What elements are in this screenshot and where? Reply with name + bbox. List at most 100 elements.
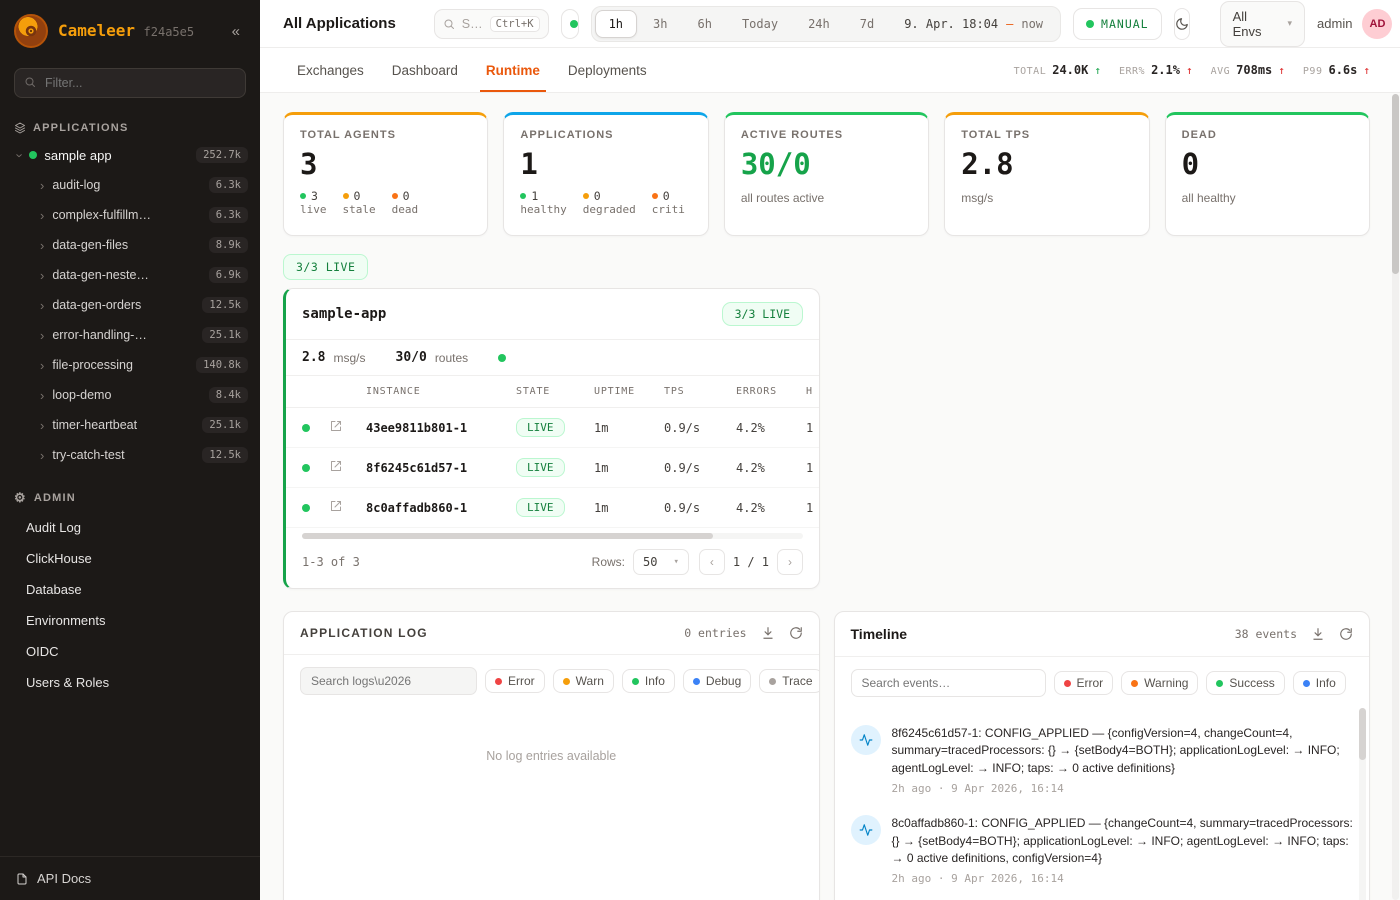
sidebar-item-oidc[interactable]: OIDC [0,636,260,667]
sidebar-item-loop-demo[interactable]: ›loop-demo8.4k [0,380,260,410]
log-panel-title: APPLICATION LOG [300,626,428,640]
refresh-mode-button[interactable]: MANUAL [1073,8,1162,40]
count-badge: 12.5k [202,297,248,313]
sidebar-item-data-gen-orders[interactable]: ›data-gen-orders12.5k [0,290,260,320]
admin-section-header: ⚙ ADMIN [0,480,260,512]
table-row[interactable]: 43ee9811b801-1 LIVE 1m 0.9/s 4.2% 1 [286,408,819,448]
tab-deployments[interactable]: Deployments [554,50,661,91]
tab-dashboard[interactable]: Dashboard [378,50,472,91]
search-shortcut: Ctrl+K [490,16,540,32]
next-page-button[interactable]: › [777,549,803,575]
log-filter-trace[interactable]: Trace [759,669,819,693]
time-range-24h[interactable]: 24h [794,10,844,38]
chevron-right-icon: › [40,299,44,312]
live-summary-pill[interactable]: 3/3 LIVE [283,254,368,280]
external-link-icon[interactable] [330,500,366,515]
tab-exchanges[interactable]: Exchanges [283,50,378,91]
error-dot [495,678,502,685]
chevron-right-icon: › [40,239,44,252]
application-log-panel: APPLICATION LOG 0 entries Error Warn Inf… [283,611,820,900]
sidebar-item-error-handling[interactable]: ›error-handling-…25.1k [0,320,260,350]
chevron-right-icon: › [40,449,44,462]
sidebar-item-database[interactable]: Database [0,574,260,605]
sidebar-item-data-gen-nested[interactable]: ›data-gen-neste…6.9k [0,260,260,290]
prev-page-button[interactable]: ‹ [699,549,725,575]
sidebar-item-clickhouse[interactable]: ClickHouse [0,543,260,574]
count-badge: 6.9k [209,267,248,283]
chevron-right-icon: › [40,419,44,432]
filter-input[interactable] [14,68,246,98]
timeline-panel: Timeline 38 events Error Warning Success… [834,611,1371,900]
sidebar-item-audit-log[interactable]: ›audit-log6.3k [0,170,260,200]
refresh-icon[interactable] [1339,627,1353,641]
instance-status-dot [302,424,310,432]
timeline-scrollbar-thumb[interactable] [1359,708,1366,760]
time-range-7d[interactable]: 7d [846,10,888,38]
time-range-3h[interactable]: 3h [639,10,681,38]
timeline-event: 43ee9811b801-1: CONFIG_APPLIED — {change… [849,895,1356,900]
time-range-today[interactable]: Today [728,10,792,38]
app-tree: ›audit-log6.3k ›complex-fulfillm…6.3k ›d… [0,170,260,470]
log-search-input[interactable] [300,667,477,695]
sidebar-item-timer-heartbeat[interactable]: ›timer-heartbeat25.1k [0,410,260,440]
sidebar-item-try-catch-test[interactable]: ›try-catch-test12.5k [0,440,260,470]
dark-mode-toggle[interactable] [1174,8,1190,40]
time-range-1h[interactable]: 1h [595,10,637,38]
timeline-filter-error[interactable]: Error [1054,671,1114,695]
trend-up-icon: ↑ [1278,64,1285,77]
time-range-6h[interactable]: 6h [683,10,725,38]
timeline-filter-info[interactable]: Info [1293,671,1346,695]
table-row[interactable]: 8f6245c61d57-1 LIVE 1m 0.9/s 4.2% 1 [286,448,819,488]
sidebar-item-users-roles[interactable]: Users & Roles [0,667,260,698]
sidebar-collapse-icon[interactable]: « [226,21,246,42]
log-filter-warn[interactable]: Warn [553,669,614,693]
tabs-bar: Exchanges Dashboard Runtime Deployments … [260,48,1400,93]
search-icon [443,18,455,30]
timeline-filter-success[interactable]: Success [1206,671,1284,695]
refresh-icon[interactable] [789,626,803,640]
dead-dot [392,193,398,199]
connection-status[interactable]: O [561,9,579,39]
trend-up-icon: ↑ [1186,64,1193,77]
external-link-icon[interactable] [330,420,366,435]
global-search[interactable]: S… Ctrl+K [434,9,549,39]
warning-dot [1131,680,1138,687]
log-filter-error[interactable]: Error [485,669,545,693]
download-icon[interactable] [1311,627,1325,641]
chevron-right-icon: › [40,389,44,402]
timeline-filter-warning[interactable]: Warning [1121,671,1198,695]
tab-runtime[interactable]: Runtime [472,50,554,91]
instance-status-dot [302,504,310,512]
sidebar-item-complex-fulfillment[interactable]: ›complex-fulfillm…6.3k [0,200,260,230]
horizontal-scrollbar-thumb[interactable] [302,533,713,539]
page-scrollbar-thumb[interactable] [1392,94,1399,274]
timeline-event-count: 38 events [1235,627,1297,641]
table-footer: 1-3 of 3 Rows: 50 ▾ ‹ 1 / 1 › [286,539,819,588]
sidebar-item-environments[interactable]: Environments [0,605,260,636]
sidebar-item-audit-log-admin[interactable]: Audit Log [0,512,260,543]
state-badge: LIVE [516,498,565,517]
time-range-group: 1h 3h 6h Today 24h 7d 9. Apr. 18:04 — no… [591,6,1061,42]
sidebar: Cameleer f24a5e5 « APPLICATIONS › sample… [0,0,260,900]
trend-up-icon: ↑ [1363,64,1370,77]
table-row[interactable]: 8c0affadb860-1 LIVE 1m 0.9/s 4.2% 1 [286,488,819,528]
live-dot [300,193,306,199]
log-filter-debug[interactable]: Debug [683,669,751,693]
layers-icon [14,122,26,134]
log-filter-info[interactable]: Info [622,669,675,693]
external-link-icon[interactable] [330,460,366,475]
time-range-display[interactable]: 9. Apr. 18:04 — now [890,17,1057,31]
page-indicator: 1 / 1 [733,555,769,569]
stale-dot [343,193,349,199]
rows-per-page-select[interactable]: 50 ▾ [633,549,689,575]
timeline-search-input[interactable] [851,669,1046,697]
sidebar-item-file-processing[interactable]: ›file-processing140.8k [0,350,260,380]
download-icon[interactable] [761,626,775,640]
sidebar-item-sample-app[interactable]: › sample app 252.7k [0,140,260,170]
api-docs-link[interactable]: API Docs [0,856,260,900]
state-badge: LIVE [516,418,565,437]
count-badge: 6.3k [209,177,248,193]
avatar[interactable]: AD [1362,9,1392,39]
sidebar-item-data-gen-files[interactable]: ›data-gen-files8.9k [0,230,260,260]
env-select[interactable]: All Envs ▾ [1220,1,1305,47]
